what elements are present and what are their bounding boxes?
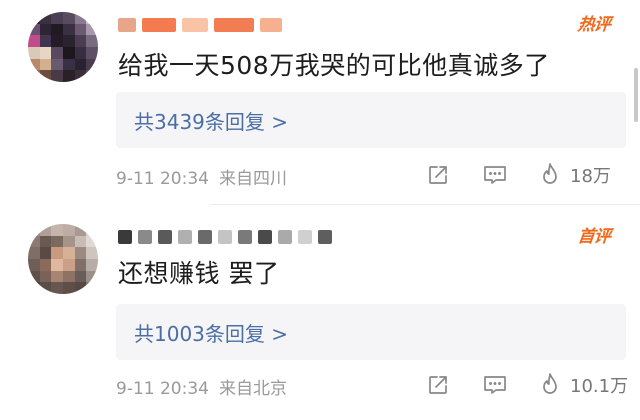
- comment-text: 还想赚钱 罢了: [118, 259, 280, 288]
- comment-card: 首评 还想赚钱 罢了 共1003条回复 > 9-11 20:34 来自北京 10…: [0, 212, 640, 420]
- comment-text: 给我一天508万我哭的可比他真诚多了: [118, 51, 550, 80]
- comment-meta-row: 9-11 20:34 来自四川 18万: [116, 158, 626, 192]
- like-count: 18万: [570, 166, 611, 187]
- reply-button[interactable]: [482, 370, 508, 400]
- flame-like-icon: [538, 162, 562, 188]
- comment-time: 9-11 20:34: [116, 379, 209, 399]
- hot-comment-badge: 热评: [576, 15, 611, 35]
- share-icon: [426, 163, 450, 187]
- comment-meta: 9-11 20:34 来自北京: [116, 374, 287, 399]
- comment-meta-row: 9-11 20:34 来自北京 10.1万: [116, 368, 628, 402]
- view-replies-button[interactable]: 共3439条回复 >: [116, 92, 626, 148]
- comment-time: 9-11 20:34: [116, 169, 209, 189]
- like-button[interactable]: 10.1万: [538, 370, 628, 400]
- comment-icon: [482, 373, 508, 397]
- reply-button[interactable]: [482, 160, 508, 190]
- username-blurred[interactable]: [118, 226, 332, 248]
- username-blurred[interactable]: [118, 14, 282, 36]
- like-count: 10.1万: [570, 376, 629, 397]
- comment-card: 热评 给我一天508万我哭的可比他真诚多了 共3439条回复 > 9-11 20…: [0, 0, 640, 200]
- comment-icon: [482, 163, 508, 187]
- flame-like-icon: [538, 372, 562, 398]
- first-comment-badge: 首评: [576, 227, 611, 247]
- share-button[interactable]: [426, 160, 450, 190]
- share-button[interactable]: [426, 370, 450, 400]
- view-replies-button[interactable]: 共1003条回复 >: [116, 304, 626, 360]
- replies-count-label: 共3439条回复 >: [134, 109, 289, 134]
- like-button[interactable]: 18万: [538, 160, 611, 190]
- comment-location: 来自四川: [218, 169, 287, 189]
- comment-meta: 9-11 20:34 来自四川: [116, 164, 287, 189]
- scrollbar[interactable]: [634, 68, 638, 122]
- avatar[interactable]: [28, 12, 98, 82]
- comment-location: 来自北京: [218, 379, 287, 399]
- comment-divider: [210, 204, 640, 205]
- avatar[interactable]: [28, 224, 98, 294]
- replies-count-label: 共1003条回复 >: [134, 321, 289, 346]
- share-icon: [426, 373, 450, 397]
